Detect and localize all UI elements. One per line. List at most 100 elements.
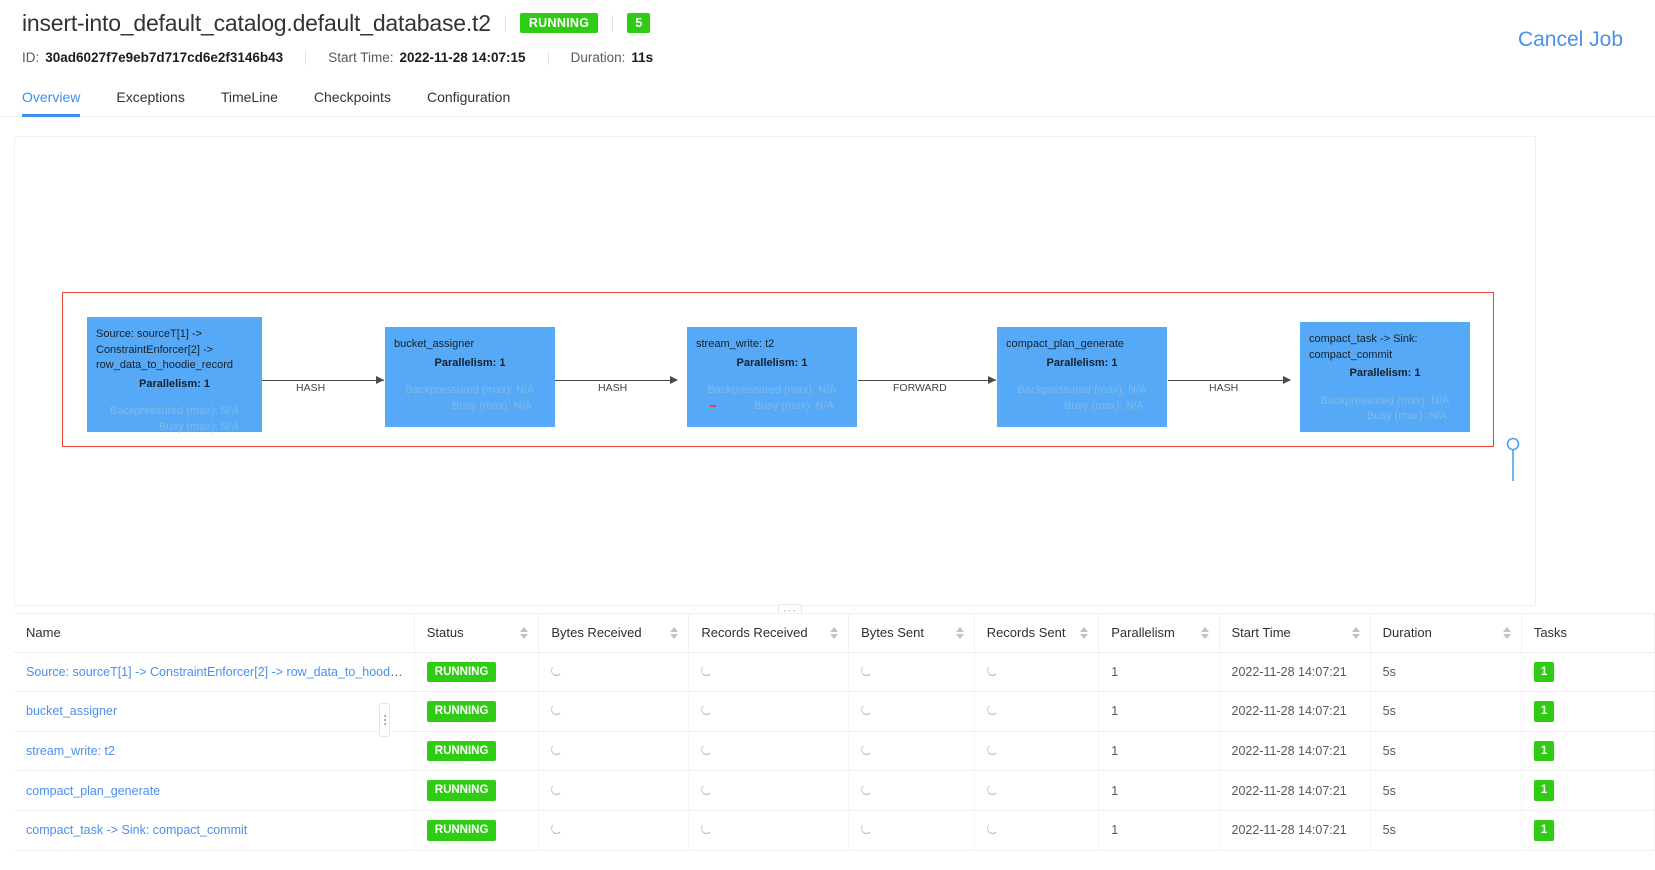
cell-name[interactable]: stream_write: t2 (14, 731, 415, 772)
tab-configuration[interactable]: Configuration (427, 89, 510, 116)
sort-icon[interactable] (1502, 626, 1511, 639)
meta-divider-2 (547, 50, 549, 65)
cancel-job-button[interactable]: Cancel Job (1518, 28, 1623, 52)
cell-bytes-sent (848, 810, 975, 851)
vertex-link[interactable]: compact_plan_generate (26, 784, 160, 798)
cell-records-sent (974, 770, 1100, 812)
loading-spinner-icon (551, 664, 563, 676)
cell-records-received (688, 691, 850, 732)
tab-overview[interactable]: Overview (22, 89, 81, 117)
column-resize-handle[interactable] (379, 703, 390, 737)
cell-start-time: 2022-11-28 14:07:21 (1219, 731, 1371, 772)
cell-start-time: 2022-11-28 14:07:21 (1219, 770, 1371, 812)
column-header-bytes-received[interactable]: Bytes Received (538, 614, 690, 653)
loading-spinner-icon (986, 783, 998, 795)
sort-icon[interactable] (1351, 626, 1360, 639)
table-row[interactable]: compact_plan_generate RUNNING 1 2022-11-… (14, 770, 1655, 812)
graph-node-source[interactable]: Source: sourceT[1] -> ConstraintEnforcer… (87, 317, 262, 433)
graph-node-parallelism: Parallelism: 1 (736, 356, 808, 369)
graph-node-name: stream_write: t2 (696, 338, 775, 350)
duration-block: Duration: 11s (571, 50, 654, 65)
tasks-badge: 1 (1533, 661, 1555, 683)
graph-node-stream-write[interactable]: stream_write: t2 Parallelism: 1 Backpres… (687, 327, 857, 427)
graph-node-parallelism: Parallelism: 1 (434, 356, 506, 369)
graph-node-compact-plan-generate[interactable]: compact_plan_generate Parallelism: 1 Bac… (997, 327, 1167, 427)
tab-bar: Overview Exceptions TimeLine Checkpoints… (0, 79, 1655, 117)
graph-node-busy: Busy (max): N/A (1063, 399, 1144, 412)
column-label: Status (426, 625, 464, 641)
table-row[interactable]: Source: sourceT[1] -> ConstraintEnforcer… (14, 652, 1655, 693)
column-label: Bytes Received (551, 625, 642, 641)
column-header-records-sent[interactable]: Records Sent (974, 614, 1100, 653)
cell-start-time: 2022-11-28 14:07:21 (1219, 652, 1371, 693)
job-meta-row: ID: 30ad6027f7e9eb7d717cd6e2f3146b43 Sta… (22, 50, 1633, 65)
cell-tasks: 1 (1521, 731, 1655, 772)
sort-icon[interactable] (1080, 626, 1089, 639)
vertex-link[interactable]: compact_task -> Sink: compact_commit (26, 823, 247, 837)
graph-edge-label: FORWARD (893, 382, 947, 394)
sort-icon[interactable] (830, 626, 839, 639)
tab-exceptions[interactable]: Exceptions (116, 89, 184, 116)
job-id-value: 30ad6027f7e9eb7d717cd6e2f3146b43 (45, 50, 284, 65)
sort-icon[interactable] (670, 626, 679, 639)
table-row[interactable]: bucket_assigner RUNNING 1 2022-11-28 14:… (14, 691, 1655, 732)
column-header-name[interactable]: Name (14, 614, 415, 653)
cell-status: RUNNING (414, 652, 540, 693)
graph-node-compact-task-sink[interactable]: compact_task -> Sink: compact_commit Par… (1300, 322, 1470, 432)
table-row[interactable]: stream_write: t2 RUNNING 1 2022-11-28 14… (14, 731, 1655, 772)
cell-parallelism: 1 (1098, 691, 1220, 732)
column-header-start-time[interactable]: Start Time (1219, 614, 1371, 653)
column-label: Records Received (701, 625, 808, 641)
graph-node-busy: Busy (max): N/A (753, 399, 834, 412)
table-row[interactable]: compact_task -> Sink: compact_commit RUN… (14, 810, 1655, 851)
page-title: insert-into_default_catalog.default_data… (22, 9, 491, 36)
tab-checkpoints[interactable]: Checkpoints (314, 89, 391, 116)
loading-spinner-icon (551, 744, 563, 756)
cell-records-received (688, 731, 850, 772)
graph-node-name: bucket_assigner (394, 338, 475, 350)
cell-parallelism: 1 (1098, 770, 1220, 812)
column-header-records-received[interactable]: Records Received (688, 614, 850, 653)
vertex-link[interactable]: bucket_assigner (26, 704, 117, 718)
cell-duration: 5s (1370, 652, 1522, 693)
cell-name[interactable]: compact_task -> Sink: compact_commit (14, 810, 415, 851)
cell-name[interactable]: compact_plan_generate (14, 770, 415, 812)
vertex-link[interactable]: stream_write: t2 (26, 744, 115, 758)
column-header-bytes-sent[interactable]: Bytes Sent (848, 614, 975, 653)
loading-spinner-icon (701, 704, 713, 716)
cell-parallelism: 1 (1098, 731, 1220, 772)
cell-tasks: 1 (1521, 810, 1655, 851)
sort-icon[interactable] (520, 626, 529, 639)
cell-duration: 5s (1370, 691, 1522, 732)
cell-name[interactable]: Source: sourceT[1] -> ConstraintEnforcer… (14, 652, 415, 693)
title-divider (504, 14, 506, 32)
graph-node-busy: Busy (max): N/A (1366, 410, 1447, 423)
graph-edge-line (555, 380, 677, 381)
column-header-tasks[interactable]: Tasks (1521, 614, 1655, 653)
cell-status: RUNNING (414, 770, 540, 812)
graph-pan-handle-icon[interactable] (1505, 437, 1521, 483)
loading-spinner-icon (551, 783, 563, 795)
cell-duration: 5s (1370, 731, 1522, 772)
cell-tasks: 1 (1521, 691, 1655, 732)
cell-status: RUNNING (414, 691, 540, 732)
cell-name[interactable]: bucket_assigner (14, 691, 415, 732)
column-header-parallelism[interactable]: Parallelism (1098, 614, 1220, 653)
graph-edge-line (1168, 380, 1290, 381)
graph-edge-label: HASH (296, 382, 326, 394)
graph-edge-arrow-icon (988, 376, 996, 384)
cell-parallelism: 1 (1098, 810, 1220, 851)
graph-node-backpressure: Backpressured (max): N/A (1320, 394, 1450, 407)
column-header-status[interactable]: Status (414, 614, 540, 653)
graph-node-bucket-assigner[interactable]: bucket_assigner Parallelism: 1 Backpress… (385, 327, 555, 427)
job-graph-panel[interactable]: Source: sourceT[1] -> ConstraintEnforcer… (14, 136, 1536, 606)
sort-icon[interactable] (1200, 626, 1209, 639)
tab-timeline[interactable]: TimeLine (221, 89, 278, 116)
cell-bytes-received (538, 691, 690, 732)
sort-icon[interactable] (955, 626, 964, 639)
vertex-link[interactable]: Source: sourceT[1] -> ConstraintEnforcer… (26, 665, 413, 679)
column-header-duration[interactable]: Duration (1370, 614, 1522, 653)
status-badge: RUNNING (426, 740, 497, 762)
graph-edge-arrow-icon (376, 376, 384, 384)
cell-bytes-received (538, 652, 690, 693)
